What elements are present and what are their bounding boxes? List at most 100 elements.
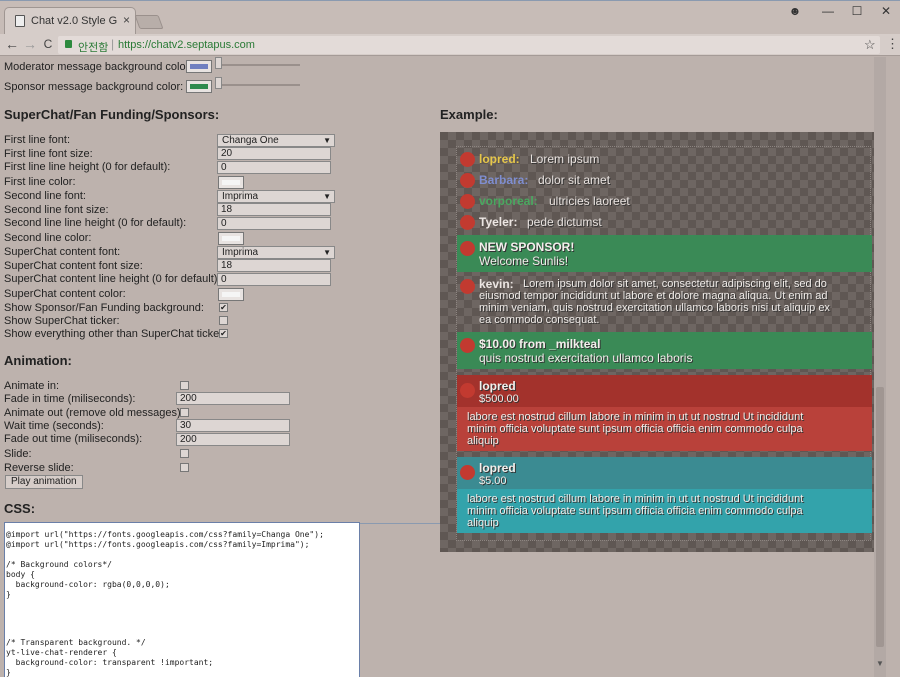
content-font-size-label: SuperChat content font size: [4,260,143,272]
content-line-height-label: SuperChat content line height (0 for def… [4,273,221,285]
sponsor-opacity-slider-track [216,84,300,86]
chevron-down-icon: ▼ [323,136,331,145]
second-line-color-label: Second line color: [4,232,92,244]
scroll-down-icon[interactable]: ▼ [876,659,884,668]
first-line-color-picker[interactable] [218,176,244,189]
profile-icon[interactable]: ☻ [785,4,805,18]
avatar [460,279,475,294]
css-heading: CSS: [4,501,36,516]
show-other-checkbox[interactable]: ✔ [219,329,228,338]
chevron-down-icon: ▼ [323,248,331,257]
second-line-font-label: Second line font: [4,190,86,202]
second-line-color-picker[interactable] [218,232,244,245]
browser-tab[interactable]: Chat v2.0 Style Generat × [4,7,136,35]
reload-icon[interactable]: C [40,37,56,51]
fan-funding-message: $10.00 from _milkteal quis nostrud exerc… [457,332,872,369]
animate-out-label: Animate out (remove old messages): [4,407,184,419]
chat-message-text: Lorem ipsum dolor sit amet, consectetur … [523,278,827,290]
avatar [460,173,475,188]
wait-time-label: Wait time (seconds): [4,420,104,432]
close-window-icon[interactable]: ✕ [876,4,896,18]
superchat-teal-body: labore est nostrud cillum labore in mini… [457,489,872,533]
css-line: @import url("https://fonts.googleapis.co… [6,540,310,549]
css-line: /* Transparent background. */ [6,638,146,647]
reverse-slide-checkbox[interactable] [180,463,189,472]
moderator-opacity-slider-track [216,64,300,66]
browser-menu-icon[interactable]: ⋮ [886,36,899,52]
avatar [460,338,475,353]
moderator-opacity-slider[interactable] [215,57,222,69]
first-line-line-height-label: First line line height (0 for default): [4,161,171,173]
sponsor-bg-color-picker[interactable] [186,80,212,93]
new-tab-button[interactable] [134,15,164,29]
tab-bar: Chat v2.0 Style Generat × ☻ — ☐ ✕ [0,0,900,35]
avatar [460,465,475,480]
bookmark-star-icon[interactable]: ☆ [864,37,876,53]
content-color-label: SuperChat content color: [4,288,126,300]
reverse-slide-label: Reverse slide: [4,462,74,474]
show-ticker-label: Show SuperChat ticker: [4,315,120,327]
sponsor-title: NEW SPONSOR! [479,240,575,254]
page-content: Moderator message background color: Spon… [0,57,900,677]
chat-author-name: kevin: [479,277,514,291]
sponsor-opacity-slider[interactable] [215,77,222,89]
chat-message-text: minim veniam, quis nostrud exercitation … [479,302,830,314]
maximize-icon[interactable]: ☐ [847,4,867,18]
fade-out-input[interactable]: 200 [176,433,290,446]
slide-checkbox[interactable] [180,449,189,458]
second-line-font-size-input[interactable]: 18 [217,203,331,216]
first-line-font-select[interactable]: Changa One ▼ [217,134,335,147]
second-line-line-height-input[interactable]: 0 [217,217,331,230]
back-icon[interactable]: ← [4,36,20,52]
second-line-font-select[interactable]: Imprima ▼ [217,190,335,203]
second-line-font-size-label: Second line font size: [4,204,109,216]
first-line-font-label: First line font: [4,134,71,146]
first-line-font-value: Changa One [222,135,279,146]
content-font-value: Imprima [222,247,259,258]
url-text: https://chatv2.septapus.com [118,39,255,51]
content-line-height-input[interactable]: 0 [217,273,331,286]
wait-time-input[interactable]: 30 [176,419,290,432]
first-line-font-size-input[interactable]: 20 [217,147,331,160]
first-line-line-height-input[interactable]: 0 [217,161,331,174]
animate-in-label: Animate in: [4,380,60,392]
example-heading: Example: [440,107,498,122]
chat-author-name: Tyeler: [479,215,518,229]
play-animation-button[interactable]: Play animation [5,475,83,489]
show-ticker-checkbox[interactable] [219,316,228,325]
address-bar[interactable]: 안전함 | https://chatv2.septapus.com ☆ [58,36,880,54]
superchat-author-name: lopred [479,379,516,393]
content-font-label: SuperChat content font: [4,246,121,258]
show-sponsor-bg-checkbox[interactable]: ✔ [219,303,228,312]
avatar [460,215,475,230]
page-icon [15,15,25,27]
superchat-amount: $500.00 [479,393,519,405]
animate-out-checkbox[interactable] [180,408,189,417]
scrollbar-thumb[interactable] [876,387,884,647]
moderator-bg-color-picker[interactable] [186,60,212,73]
close-tab-icon[interactable]: × [123,13,130,27]
css-line: background-color: rgba(0,0,0,0); [6,580,170,589]
chevron-down-icon: ▼ [323,192,331,201]
forward-icon[interactable]: → [22,36,38,52]
chat-message-text: pede dictumst [527,215,602,229]
browser-toolbar: ← → C 안전함 | https://chatv2.septapus.com … [0,34,900,56]
chat-message-text: Lorem ipsum [530,152,600,166]
content-color-picker[interactable] [218,288,244,301]
css-output-textarea[interactable]: @import url("https://fonts.googleapis.co… [4,522,360,677]
slide-label: Slide: [4,448,32,460]
secure-label: 안전함 [78,42,109,54]
moderator-bg-label: Moderator message background color: [4,61,193,73]
superchat-content-line: labore est nostrud cillum labore in mini… [467,493,804,505]
fan-funding-text: quis nostrud exercitation ullamco labori… [479,351,693,365]
content-font-size-input[interactable]: 18 [217,259,331,272]
chat-author-name: Barbara: [479,173,529,187]
chat-preview: lopred: Lorem ipsum Barbara: dolor sit a… [440,132,886,552]
avatar [460,383,475,398]
animate-in-checkbox[interactable] [180,381,189,390]
fade-in-input[interactable]: 200 [176,392,290,405]
minimize-icon[interactable]: — [818,4,838,18]
chat-message-text: dolor sit amet [538,173,611,187]
css-line: /* Background colors*/ [6,560,112,569]
content-font-select[interactable]: Imprima ▼ [217,246,335,259]
